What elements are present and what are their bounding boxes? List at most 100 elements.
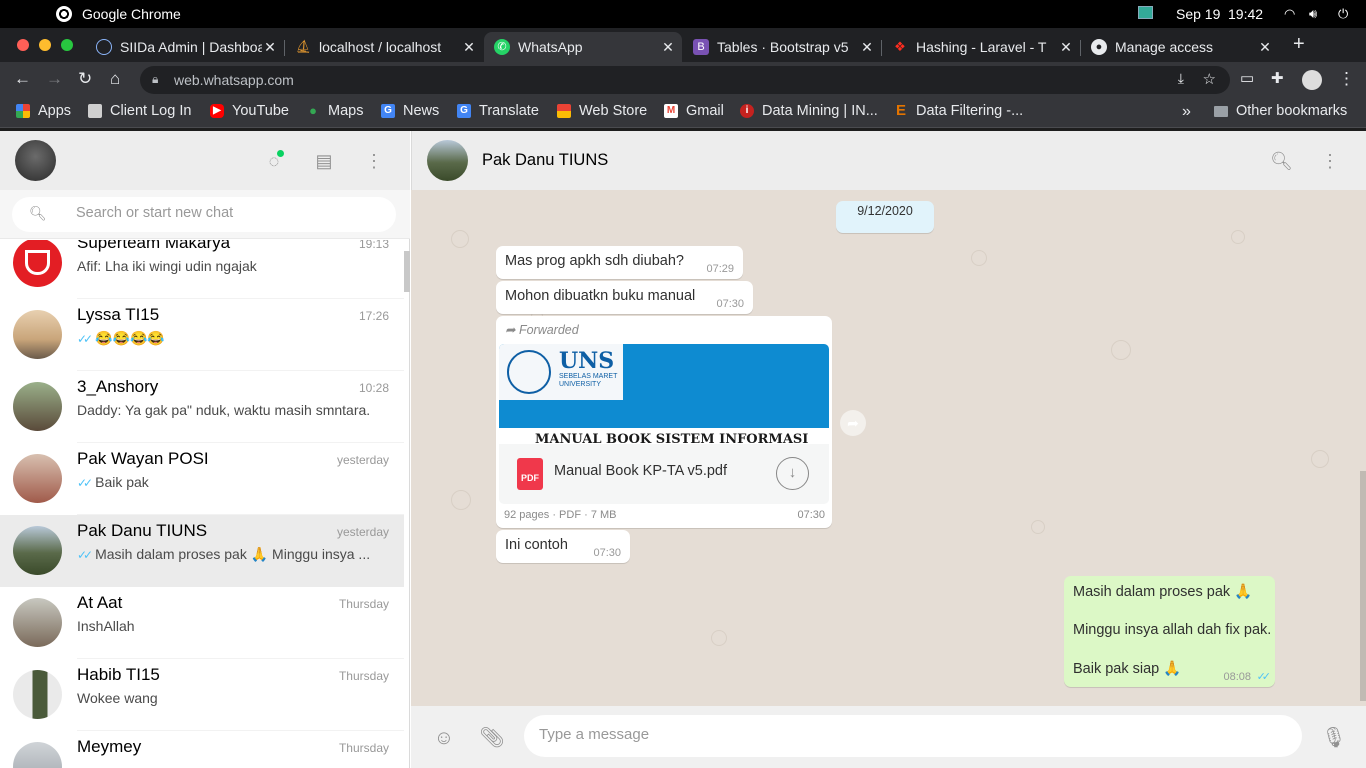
data-filtering-icon: E — [895, 102, 906, 119]
document-thumbnail[interactable]: UNS SEBELAS MARET UNIVERSITY MANUAL BOOK… — [499, 344, 829, 444]
contact-name[interactable]: Pak Danu TIUNS — [482, 151, 608, 170]
bookmark-data-mining[interactable]: i Data Mining | IN... — [740, 103, 878, 119]
active-app-name[interactable]: Google Chrome — [82, 6, 181, 22]
new-chat-icon[interactable]: ▤ — [314, 151, 334, 171]
emoji-icon[interactable]: ☺ — [431, 725, 457, 751]
wifi-icon[interactable]: ◠ — [1284, 6, 1295, 22]
extensions-puzzle-icon[interactable]: ✚ — [1271, 69, 1284, 87]
tab-localhost[interactable]: ⛵︎ localhost / localhost ✕ — [285, 32, 483, 62]
close-tab-icon[interactable]: ✕ — [1058, 39, 1074, 56]
list-item[interactable]: Pak Wayan POSI yesterday ✓✓ Baik pak — [0, 443, 404, 515]
forward-icon[interactable]: → — [46, 69, 63, 89]
chat-time: 19:13 — [358, 240, 389, 251]
bookmark-label: Web Store — [579, 103, 648, 119]
close-tab-icon[interactable]: ✕ — [1257, 39, 1273, 56]
more-bookmarks-chevron-icon[interactable]: » — [1182, 103, 1191, 121]
bookmark-apps[interactable]: Apps — [16, 103, 71, 119]
close-tab-icon[interactable]: ✕ — [660, 39, 676, 56]
list-item[interactable]: Meymey Thursday — [0, 731, 404, 768]
message-input[interactable] — [539, 726, 1279, 743]
attach-paperclip-icon[interactable]: 📎︎ — [479, 725, 505, 751]
chat-last-message: InshAllah — [77, 618, 135, 634]
extension-chat-icon[interactable]: ▭ — [1240, 69, 1254, 87]
incoming-message[interactable]: Ini contoh 07:30 — [496, 530, 630, 563]
bookmark-other[interactable]: Other bookmarks — [1214, 103, 1347, 119]
message-area-scrollbar[interactable] — [1360, 471, 1366, 701]
chat-list-scrollbar[interactable] — [404, 251, 410, 292]
maximize-window-button[interactable] — [61, 39, 73, 51]
lock-icon[interactable]: 🔒︎ — [152, 72, 158, 87]
home-icon[interactable]: ⌂ — [110, 69, 120, 89]
list-item[interactable]: 3_Anshory 10:28 Daddy: Ya gak pa" nduk, … — [0, 371, 404, 443]
chrome-menu-icon[interactable]: ⋮ — [1338, 69, 1355, 89]
bookmark-data-filtering[interactable]: E Data Filtering -... — [894, 103, 1023, 119]
microphone-icon[interactable]: 🎙︎ — [1321, 725, 1347, 751]
new-tab-button[interactable]: + — [1293, 33, 1305, 56]
list-item[interactable]: Pak Danu TIUNS yesterday ✓✓ Masih dalam p… — [0, 515, 404, 587]
screen-share-icon[interactable] — [1138, 6, 1153, 19]
close-window-button[interactable] — [17, 39, 29, 51]
bookmark-label: News — [403, 103, 440, 119]
tab-laravel[interactable]: ❖ Hashing - Laravel - T ✕ — [882, 32, 1080, 62]
tab-siida-admin[interactable]: SIIDa Admin | Dashboard ✕ — [86, 32, 284, 62]
bookmark-youtube[interactable]: ▶ YouTube — [210, 103, 289, 119]
message-area: 9/12/2020 Mas prog apkh sdh diubah? 07:2… — [411, 190, 1366, 706]
browser-toolbar: ← → ↻ ⌂ 🔒︎ web.whatsapp.com ⤓ ☆ ▭ ✚ ⋮ — [0, 62, 1366, 98]
list-item[interactable]: Lyssa TI15 17:26 ✓✓ 😂😂😂😂 — [0, 299, 404, 371]
document-file-row[interactable]: PDF Manual Book KP-TA v5.pdf ↓ — [499, 444, 829, 504]
outgoing-message[interactable]: Masih dalam proses pak 🙏 Minggu insya al… — [1064, 576, 1275, 687]
bookmark-client-login[interactable]: Client Log In — [88, 103, 191, 119]
address-bar[interactable]: 🔒︎ web.whatsapp.com ⤓ ☆ — [140, 66, 1230, 94]
search-input[interactable] — [76, 205, 376, 221]
bookmark-label: Data Filtering -... — [916, 103, 1024, 119]
power-icon[interactable]: ⏻ — [1338, 6, 1348, 22]
bookmark-maps[interactable]: ● Maps — [306, 103, 363, 119]
bookmark-news[interactable]: G News — [381, 103, 439, 119]
list-item[interactable]: Habib TI15 Thursday Wokee wang — [0, 659, 404, 731]
bookmark-web-store[interactable]: Web Store — [557, 103, 647, 119]
menu-dots-icon[interactable]: ⋮ — [364, 151, 384, 171]
incoming-message[interactable]: Mohon dibuatkn buku manual 07:30 — [496, 281, 753, 314]
tab-whatsapp[interactable]: ✆ WhatsApp ✕ — [484, 32, 682, 62]
thumbnail-logo-text: UNS — [559, 348, 615, 374]
message-text: Minggu insya allah dah fix pak. — [1073, 622, 1272, 638]
search-messages-icon[interactable]: 🔍︎ — [1270, 151, 1293, 171]
download-document-button[interactable]: ↓ — [776, 457, 809, 490]
back-icon[interactable]: ← — [14, 69, 31, 89]
my-profile-avatar[interactable] — [15, 140, 56, 181]
minimize-window-button[interactable] — [39, 39, 51, 51]
profile-avatar[interactable] — [1302, 70, 1322, 90]
translate-icon: G — [457, 104, 471, 118]
conversation-menu-icon[interactable]: ⋮ — [1320, 151, 1340, 171]
download-icon[interactable]: ⤓ — [1178, 70, 1184, 87]
forward-share-icon[interactable]: ➦ — [840, 410, 866, 436]
bookmark-label: Translate — [479, 103, 539, 119]
tab-bootstrap[interactable]: B Tables · Bootstrap v5 ✕ — [683, 32, 881, 62]
document-meta: 92 pages · PDF · 7 MB — [504, 509, 617, 521]
volume-icon[interactable]: 🔊︎ — [1309, 6, 1317, 22]
avatar — [13, 526, 62, 575]
reload-icon[interactable]: ↻ — [78, 69, 92, 89]
close-tab-icon[interactable]: ✕ — [859, 39, 875, 56]
gmail-icon: M — [664, 104, 678, 118]
incoming-message[interactable]: Mas prog apkh sdh diubah? 07:29 — [496, 246, 743, 279]
chat-name: At Aat — [77, 593, 123, 612]
search-box[interactable]: 🔍︎ — [12, 197, 396, 232]
bookmark-translate[interactable]: G Translate — [457, 103, 539, 119]
close-tab-icon[interactable]: ✕ — [461, 39, 477, 56]
document-message[interactable]: ➦ Forwarded UNS SEBELAS MARET UNIVERSITY… — [496, 316, 832, 528]
message-text: Masih dalam proses pak 🙏 — [1073, 584, 1253, 600]
message-input-box[interactable] — [524, 715, 1302, 757]
url-text[interactable]: web.whatsapp.com — [174, 72, 294, 88]
tab-manage-access[interactable]: ● Manage access ✕ — [1081, 32, 1279, 62]
list-item[interactable]: At Aat Thursday InshAllah — [0, 587, 404, 659]
contact-avatar[interactable] — [427, 140, 468, 181]
close-tab-icon[interactable]: ✕ — [262, 39, 278, 56]
bookmark-star-icon[interactable]: ☆ — [1203, 70, 1216, 88]
conversation-header[interactable]: Pak Danu TIUNS 🔍︎ ⋮ — [411, 131, 1366, 190]
list-item[interactable]: Superteam Makarya 19:13 Afif: Lha iki wi… — [0, 240, 404, 299]
bookmark-gmail[interactable]: M Gmail — [664, 103, 724, 119]
message-time: 07:30 — [716, 298, 744, 310]
message-composer: ☺ 📎︎ 🎙︎ — [411, 706, 1366, 768]
bootstrap-icon: B — [693, 39, 709, 55]
